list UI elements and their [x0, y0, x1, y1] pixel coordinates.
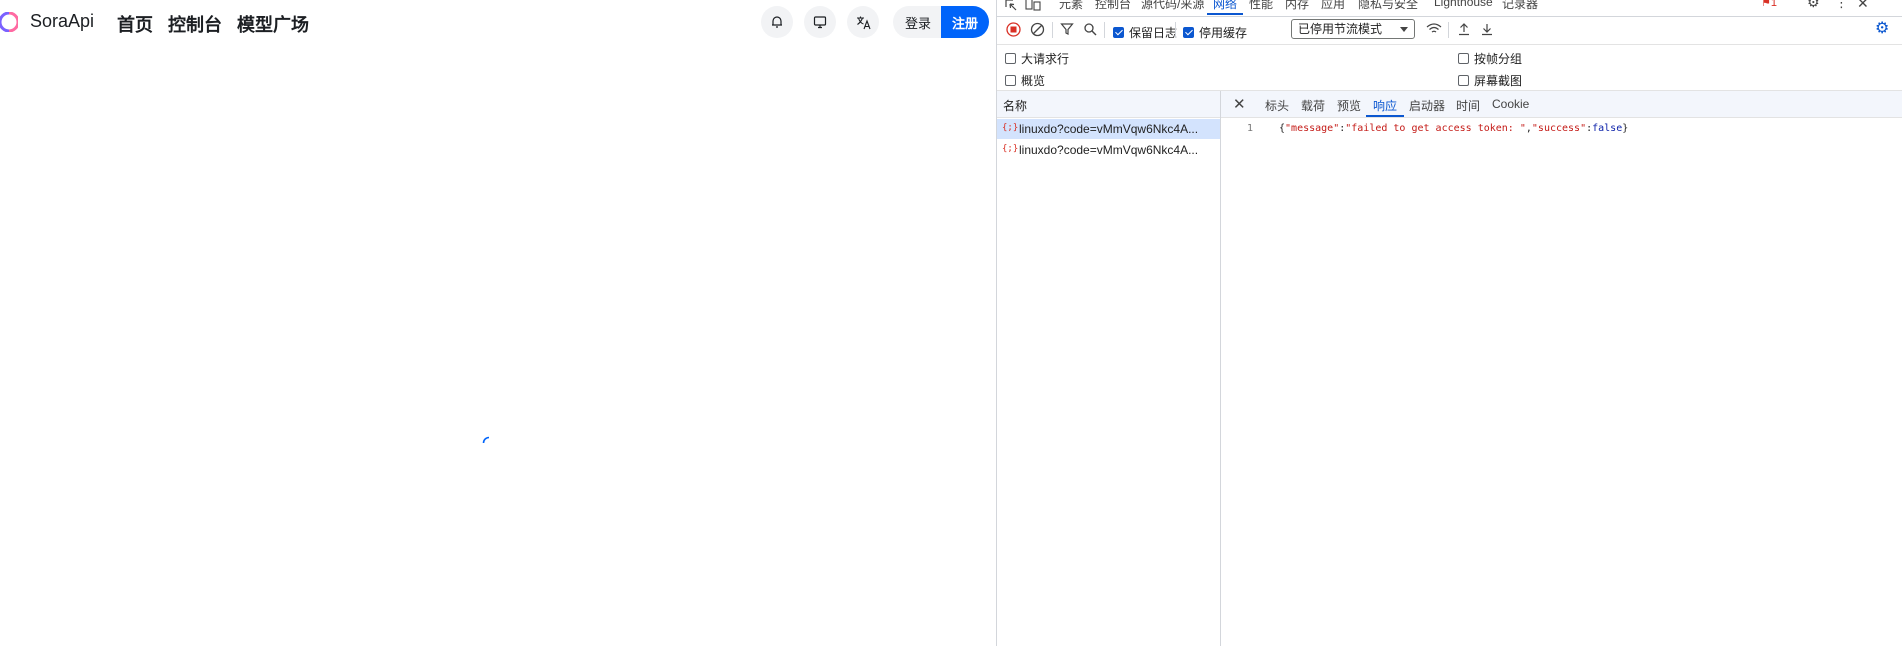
network-conditions-icon[interactable]: [1426, 22, 1442, 36]
bell-icon: [772, 16, 782, 28]
options-row-1: 大请求行 按帧分组: [997, 46, 1902, 68]
big-request-rows-label: 大请求行: [1021, 52, 1070, 66]
request-row[interactable]: {;} linuxdo?code=vMmVqw6Nkc4A...: [997, 140, 1220, 160]
request-name: linuxdo?code=vMmVqw6Nkc4A...: [1019, 143, 1199, 157]
active-tab-indicator: [1207, 13, 1243, 15]
register-button[interactable]: 注册: [941, 6, 989, 38]
tab-privacy-security[interactable]: 隐私与安全: [1358, 0, 1418, 12]
throttling-value: 已停用节流模式: [1298, 22, 1383, 36]
devtools-panel: 元素 控制台 源代码/来源 网络 性能 内存 应用 隐私与安全 Lighthou…: [996, 0, 1902, 646]
issues-flag-icon: ⚑: [1761, 0, 1771, 9]
screenshots-label: 屏幕截图: [1474, 74, 1523, 88]
translate-icon: [856, 16, 871, 29]
monitor-icon: [813, 16, 827, 29]
language-button[interactable]: [847, 6, 879, 38]
export-har-icon[interactable]: [1480, 22, 1494, 36]
network-toolbar: 保留日志 停用缓存: [997, 16, 1902, 45]
group-by-frame-checkbox[interactable]: 按帧分组: [1458, 50, 1522, 67]
tab-elements[interactable]: 元素: [1059, 0, 1083, 12]
disable-cache-checkbox[interactable]: 停用缓存: [1183, 24, 1247, 41]
tab-headers[interactable]: 标头: [1265, 97, 1289, 114]
tab-lighthouse[interactable]: Lighthouse: [1434, 0, 1493, 9]
tab-preview[interactable]: 预览: [1337, 97, 1361, 114]
active-detail-tab-indicator: [1366, 115, 1404, 117]
detail-tab-bar: ✕ 标头 载荷 预览 响应 启动器 时间 Cookie: [1221, 91, 1902, 118]
preserve-log-box[interactable]: [1113, 27, 1124, 38]
big-request-rows-checkbox[interactable]: 大请求行: [1005, 50, 1069, 67]
tab-network[interactable]: 网络: [1213, 0, 1237, 12]
clear-icon[interactable]: [1030, 22, 1045, 37]
tab-initiator[interactable]: 启动器: [1409, 97, 1445, 114]
name-column-header[interactable]: 名称: [997, 91, 1220, 118]
response-json[interactable]: {"message":"failed to get access token: …: [1279, 123, 1628, 134]
request-list: 名称 {;} linuxdo?code=vMmVqw6Nkc4A... {;} …: [997, 91, 1221, 646]
big-request-rows-box[interactable]: [1005, 53, 1016, 64]
group-by-frame-label: 按帧分组: [1474, 52, 1523, 66]
request-detail-panel: ✕ 标头 载荷 预览 响应 启动器 时间 Cookie 1 {"message"…: [1221, 91, 1902, 646]
group-by-frame-box[interactable]: [1458, 53, 1469, 64]
brand-name[interactable]: SoraApi: [30, 11, 94, 32]
name-column-label: 名称: [1003, 99, 1028, 113]
web-app: SoraApi 首页 控制台 模型广场 登录 注册: [0, 0, 996, 646]
preserve-log-checkbox[interactable]: 保留日志: [1113, 24, 1177, 41]
xhr-json-icon: {;}: [1002, 144, 1019, 154]
overview-checkbox[interactable]: 概览: [1005, 72, 1045, 89]
disable-cache-label: 停用缓存: [1199, 26, 1248, 40]
theme-button[interactable]: [804, 6, 836, 38]
issues-counter[interactable]: ⚑1: [1761, 0, 1777, 9]
tab-cookies[interactable]: Cookie: [1492, 97, 1529, 111]
tab-recorder[interactable]: 记录器: [1502, 0, 1538, 12]
tab-performance[interactable]: 性能: [1249, 0, 1273, 12]
record-stop-icon[interactable]: [1006, 22, 1021, 37]
inspect-element-icon[interactable]: [1004, 0, 1018, 12]
options-row-2: 概览 屏幕截图: [997, 68, 1902, 90]
import-har-icon[interactable]: [1457, 22, 1471, 36]
nav-console[interactable]: 控制台: [168, 11, 222, 37]
network-settings-gear-icon[interactable]: ⚙: [1875, 18, 1889, 38]
xhr-json-icon: {;}: [1002, 123, 1019, 133]
close-detail-icon[interactable]: ✕: [1233, 95, 1246, 113]
login-button[interactable]: 登录: [893, 6, 943, 38]
tab-application[interactable]: 应用: [1321, 0, 1345, 12]
nav-home[interactable]: 首页: [117, 11, 153, 37]
request-name: linuxdo?code=vMmVqw6Nkc4A...: [1019, 122, 1199, 136]
tab-sources[interactable]: 源代码/来源: [1141, 0, 1204, 12]
tab-timing[interactable]: 时间: [1456, 97, 1480, 114]
screenshots-box[interactable]: [1458, 75, 1469, 86]
request-row[interactable]: {;} linuxdo?code=vMmVqw6Nkc4A...: [997, 119, 1220, 139]
settings-gear-icon[interactable]: ⚙: [1807, 0, 1820, 11]
devtools-tab-bar: 元素 控制台 源代码/来源 网络 性能 内存 应用 隐私与安全 Lighthou…: [997, 0, 1902, 17]
overview-box[interactable]: [1005, 75, 1016, 86]
throttling-select[interactable]: 已停用节流模式: [1291, 19, 1415, 39]
tab-console[interactable]: 控制台: [1095, 0, 1131, 12]
nav-model-plaza[interactable]: 模型广场: [237, 11, 309, 37]
tab-payload[interactable]: 载荷: [1301, 97, 1325, 114]
loading-spinner-icon: [482, 436, 490, 444]
close-devtools-icon[interactable]: ✕: [1857, 0, 1869, 12]
logo-icon: [0, 12, 18, 32]
disable-cache-box[interactable]: [1183, 27, 1194, 38]
line-number: 1: [1247, 123, 1254, 134]
search-icon[interactable]: [1083, 22, 1097, 36]
overview-label: 概览: [1021, 74, 1046, 88]
tab-memory[interactable]: 内存: [1285, 0, 1309, 12]
filter-icon[interactable]: [1060, 22, 1074, 36]
chevron-down-icon: [1400, 27, 1408, 32]
screenshots-checkbox[interactable]: 屏幕截图: [1458, 72, 1522, 89]
app-header: SoraApi 首页 控制台 模型广场 登录 注册: [0, 0, 996, 44]
notification-button[interactable]: [761, 6, 793, 38]
tab-response[interactable]: 响应: [1373, 97, 1397, 114]
more-options-icon[interactable]: ⋮: [1835, 0, 1848, 11]
device-toolbar-icon[interactable]: [1025, 0, 1041, 12]
preserve-log-label: 保留日志: [1129, 26, 1178, 40]
